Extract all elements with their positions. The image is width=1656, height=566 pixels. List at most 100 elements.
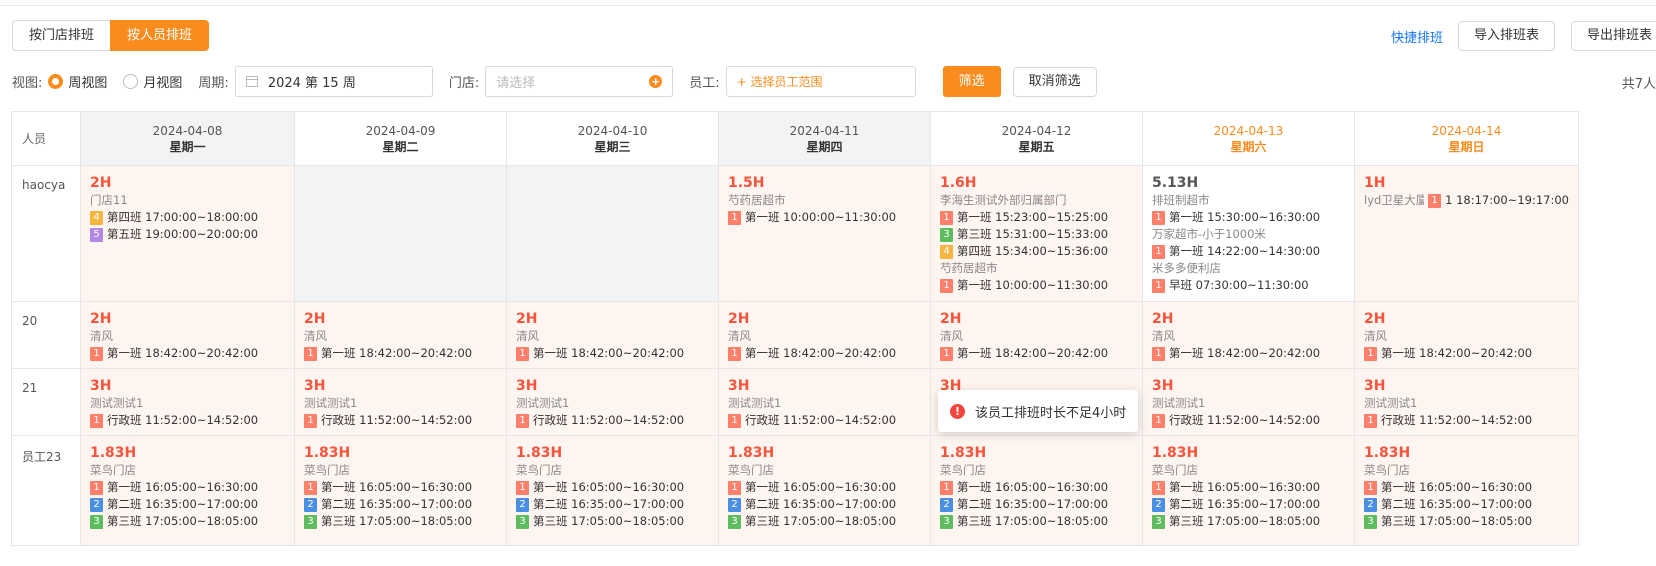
- shift-text: 第一班 16:05:00~16:30:00: [1381, 480, 1533, 494]
- shift-number-badge: 4: [90, 210, 103, 225]
- schedule-cell[interactable]: 2H 清风 1 第一班 18:42:00~20:42:00: [1354, 301, 1579, 369]
- empty-schedule-cell[interactable]: [294, 165, 507, 302]
- empty-schedule-cell[interactable]: [506, 165, 719, 302]
- shift-number-badge: 2: [304, 497, 317, 512]
- schedule-cell[interactable]: 2H 清风 1 第一班 18:42:00~20:42:00: [294, 301, 507, 369]
- exclamation-icon: !: [950, 403, 965, 419]
- store-shift-line: lyd卫星大厦 11 18:17:00~19:17:00: [1364, 192, 1569, 209]
- shift-text: 第二班 16:35:00~17:00:00: [1169, 497, 1321, 511]
- shift-item: 1 行政班 11:52:00~14:52:00: [304, 412, 497, 429]
- shift-number-badge: 1: [304, 346, 317, 361]
- store-name: 菜鸟门店: [90, 463, 136, 477]
- shift-item: 2 第二班 16:35:00~17:00:00: [90, 496, 285, 513]
- shift-item: 1 第一班 18:42:00~20:42:00: [304, 345, 497, 362]
- schedule-cell[interactable]: 3H 测试测试1 1 行政班 11:52:00~14:52:00: [506, 368, 719, 436]
- schedule-cell[interactable]: 2H 清风 1 第一班 18:42:00~20:42:00: [506, 301, 719, 369]
- schedule-cell[interactable]: 1.83H 菜鸟门店 1 第一班 16:05:00~16:30:00 2 第二班 16:3…: [506, 435, 719, 546]
- day-column-header: 2024-04-09 星期二: [294, 111, 507, 166]
- schedule-cell[interactable]: 1.5H 芍药居超市 1 第一班 10:00:00~11:30:00: [718, 165, 931, 302]
- schedule-cell[interactable]: 1.83H 菜鸟门店 1 第一班 16:05:00~16:30:00 2 第二班 16:3…: [294, 435, 507, 546]
- schedule-cell[interactable]: 3H 测试测试1 1 行政班 11:52:00~14:52:00: [718, 368, 931, 436]
- shift-number-badge: 1: [728, 413, 741, 428]
- shift-text: 第三班 17:05:00~18:05:00: [321, 514, 473, 528]
- shift-text: 第一班 18:42:00~20:42:00: [745, 346, 897, 360]
- shift-text: 第一班 18:42:00~20:42:00: [533, 346, 685, 360]
- table-row: 员工23 1.83H 菜鸟门店 1 第一班 16:05:00~16:30:00 2 第二班 …: [11, 435, 1579, 546]
- period-picker[interactable]: 2024 第 15 周: [234, 66, 433, 97]
- shift-number-badge: 1: [516, 346, 529, 361]
- header-weekday: 星期五: [1018, 139, 1055, 154]
- shift-item: 2 第二班 16:35:00~17:00:00: [1152, 496, 1345, 513]
- header-date: 2024-04-13: [1213, 123, 1284, 138]
- export-schedule-button[interactable]: 导出排班表: [1570, 21, 1656, 51]
- schedule-cell[interactable]: 3H 测试测试1 1 行政班 11:52:00~14:52:00: [1354, 368, 1579, 436]
- radio-week-view[interactable]: 周视图: [48, 72, 107, 91]
- header-weekday: 星期一: [169, 139, 206, 154]
- add-circle-icon[interactable]: +: [649, 75, 663, 88]
- hours-total: 1.83H: [90, 445, 137, 461]
- day-column-header: 2024-04-13 星期六: [1142, 111, 1355, 166]
- store-name: 测试测试1: [728, 396, 782, 410]
- schedule-cell[interactable]: 1H lyd卫星大厦 11 18:17:00~19:17:00: [1354, 165, 1579, 302]
- schedule-cell[interactable]: 1.83H 菜鸟门店 1 第一班 16:05:00~16:30:00 2 第二班 16:3…: [1354, 435, 1579, 546]
- schedule-cell[interactable]: 1.83H 菜鸟门店 1 第一班 16:05:00~16:30:00 2 第二班 16:3…: [80, 435, 295, 546]
- hours-total: 1.83H: [728, 445, 775, 461]
- total-count: 共7人: [1621, 77, 1656, 92]
- table-row: 20 2H 清风 1 第一班 18:42:00~20:42:00 2H 清风 1 第一班 18:…: [11, 301, 1579, 369]
- quick-schedule-link[interactable]: 快捷排班: [1391, 27, 1443, 46]
- schedule-cell[interactable]: 1.83H 菜鸟门店 1 第一班 16:05:00~16:30:00 2 第二班 16:3…: [1142, 435, 1355, 546]
- shift-item: 5 第五班 19:00:00~20:00:00: [90, 226, 285, 243]
- employee-range-select[interactable]: + 选择员工范围: [725, 66, 916, 97]
- schedule-cell[interactable]: 2H 清风 1 第一班 18:42:00~20:42:00: [930, 301, 1143, 369]
- shift-number-badge: 1: [940, 278, 953, 293]
- schedule-cell[interactable]: 3H 测试测试1 1 行政班 11:52:00~14:52:00: [1142, 368, 1355, 436]
- shift-number-badge: 5: [90, 227, 103, 242]
- hours-total: 3H: [516, 378, 538, 394]
- schedule-cell[interactable]: 1.6H 李海生测试外部归属部门 1 第一班 15:23:00~15:25:00 3 第三…: [930, 165, 1143, 302]
- schedule-cell[interactable]: 5.13H 排班制超市 1 第一班 15:30:00~16:30:00 万家超市-小于1…: [1142, 165, 1355, 302]
- shift-number-badge: 3: [90, 514, 103, 529]
- schedule-cell[interactable]: 1.83H 菜鸟门店 1 第一班 16:05:00~16:30:00 2 第二班 16:3…: [930, 435, 1143, 546]
- store-name: 测试测试1: [304, 396, 358, 410]
- hours-total: 1H: [1364, 175, 1386, 191]
- shift-text: 第三班 17:05:00~18:05:00: [745, 514, 897, 528]
- hours-total: 1.83H: [1364, 445, 1411, 461]
- radio-week-label: 周视图: [68, 76, 108, 91]
- shift-number-badge: 1: [940, 210, 953, 225]
- shift-item: 1 第一班 18:42:00~20:42:00: [728, 345, 921, 362]
- shift-text: 第五班 19:00:00~20:00:00: [107, 227, 259, 241]
- header-weekday: 星期四: [806, 139, 843, 154]
- schedule-cell[interactable]: 3H 测试测试1 1 行政班 11:52:00~14:52:00: [80, 368, 295, 436]
- schedule-cell[interactable]: 1.83H 菜鸟门店 1 第一班 16:05:00~16:30:00 2 第二班 16:3…: [718, 435, 931, 546]
- shift-item: 1 第一班 10:00:00~11:30:00: [728, 209, 921, 226]
- tab-by-store[interactable]: 按门店排班: [12, 20, 111, 51]
- schedule-cell[interactable]: 2H 门店11 4 第四班 17:00:00~18:00:00 5 第五班 19:00:0…: [80, 165, 295, 302]
- table-row: 21 3H 测试测试1 1 行政班 11:52:00~14:52:00 3H 测试测试1 1 行…: [11, 368, 1579, 436]
- shift-text: 行政班 11:52:00~14:52:00: [1169, 413, 1321, 427]
- shift-item: 1 第一班 18:42:00~20:42:00: [1364, 345, 1569, 362]
- store-name: 测试测试1: [1152, 396, 1206, 410]
- store-name: 清风: [516, 329, 539, 343]
- shift-number-badge: 1: [728, 480, 741, 495]
- shift-number-badge: 1: [90, 413, 103, 428]
- schedule-cell[interactable]: 2H 清风 1 第一班 18:42:00~20:42:00: [80, 301, 295, 369]
- clear-filter-button[interactable]: 取消筛选: [1012, 66, 1097, 97]
- shift-number-badge: 1: [1364, 413, 1377, 428]
- store-name: 清风: [304, 329, 327, 343]
- shift-item: 2 第二班 16:35:00~17:00:00: [304, 496, 497, 513]
- radio-month-view[interactable]: 月视图: [123, 72, 182, 91]
- tab-by-staff[interactable]: 按人员排班: [110, 20, 210, 51]
- shift-text: 第一班 10:00:00~11:30:00: [745, 210, 897, 224]
- filter-button[interactable]: 筛选: [942, 66, 1001, 97]
- shift-text: 第一班 16:05:00~16:30:00: [1169, 480, 1321, 494]
- shift-item: 2 第二班 16:35:00~17:00:00: [1364, 496, 1569, 513]
- shift-number-badge: 1: [940, 480, 953, 495]
- period-label: 周期:: [198, 76, 229, 91]
- hours-total: 1.83H: [516, 445, 563, 461]
- schedule-cell[interactable]: 2H 清风 1 第一班 18:42:00~20:42:00: [718, 301, 931, 369]
- schedule-cell[interactable]: 2H 清风 1 第一班 18:42:00~20:42:00: [1142, 301, 1355, 369]
- schedule-cell[interactable]: 3H 测试测试1 1 行政班 11:52:00~14:52:00: [294, 368, 507, 436]
- shift-number-badge: 3: [1152, 514, 1165, 529]
- store-select[interactable]: 请选择 +: [485, 66, 674, 97]
- import-schedule-button[interactable]: 导入排班表: [1457, 21, 1555, 51]
